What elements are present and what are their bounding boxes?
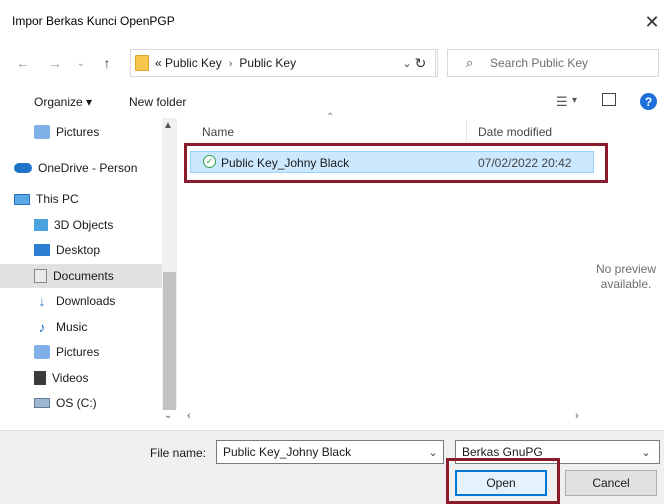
- forward-arrow-icon[interactable]: →: [46, 52, 64, 74]
- file-name-input[interactable]: Public Key_Johny Black: [216, 440, 444, 464]
- window-title: Impor Berkas Kunci OpenPGP: [12, 14, 175, 28]
- no-preview-text: No preview available.: [588, 262, 664, 292]
- new-folder-button[interactable]: New folder: [129, 95, 186, 109]
- sidebar-item-label: Music: [56, 320, 88, 334]
- sidebar-item-label: Pictures: [56, 345, 100, 359]
- sidebar-item-pictures-quick[interactable]: Pictures: [0, 120, 176, 144]
- file-name-label: File name:: [150, 446, 207, 460]
- music-icon: ♪: [38, 319, 46, 335]
- sidebar-item-3d-objects[interactable]: 3D Objects: [0, 213, 176, 237]
- column-header-name[interactable]: Name: [202, 125, 234, 139]
- sidebar-item-label: This PC: [36, 192, 79, 206]
- scroll-down-icon[interactable]: ⌄: [164, 410, 172, 421]
- documents-icon: [34, 269, 47, 283]
- column-divider[interactable]: [466, 120, 467, 142]
- help-icon[interactable]: ?: [640, 93, 657, 110]
- sidebar-item-label: OneDrive - Person: [38, 161, 138, 175]
- recent-locations-chevron-icon[interactable]: ⌄: [74, 52, 88, 74]
- file-name-dropdown-chevron-icon[interactable]: ⌄: [424, 441, 442, 463]
- drive-icon: [34, 398, 50, 408]
- sort-ascending-icon: ⌃: [326, 112, 335, 123]
- cancel-button[interactable]: Cancel: [565, 470, 657, 496]
- breadcrumb-item-public-key[interactable]: Public Key: [165, 56, 222, 70]
- breadcrumb-separator-icon: ›: [228, 58, 233, 70]
- file-type-chevron-icon[interactable]: ⌄: [636, 441, 656, 463]
- folder-icon: [135, 55, 149, 71]
- refresh-button[interactable]: ↻: [404, 49, 438, 77]
- sidebar-item-music[interactable]: ♪ Music: [0, 315, 176, 339]
- breadcrumb-overflow[interactable]: «: [155, 56, 162, 70]
- desktop-icon: [34, 244, 50, 256]
- breadcrumb: « Public Key › Public Key: [155, 56, 296, 70]
- navigation-pane: Pictures OneDrive - Person This PC 3D Ob…: [0, 118, 186, 410]
- back-arrow-icon[interactable]: ←: [14, 52, 32, 74]
- highlight-box: [446, 458, 560, 504]
- refresh-icon: ↻: [414, 54, 427, 71]
- sidebar-item-desktop[interactable]: Desktop: [0, 238, 176, 262]
- up-arrow-icon[interactable]: ↑: [98, 52, 116, 74]
- sidebar-item-label: Documents: [53, 269, 114, 283]
- onedrive-icon: [14, 163, 32, 173]
- sidebar-item-label: Pictures: [56, 125, 100, 139]
- preview-pane-icon[interactable]: [602, 93, 616, 106]
- downloads-icon: ↓: [38, 293, 46, 309]
- sidebar-item-os-c[interactable]: OS (C:): [0, 391, 176, 415]
- sidebar-item-label: Videos: [52, 371, 89, 385]
- preview-text-line: No preview: [595, 262, 657, 276]
- sidebar-item-label: 3D Objects: [54, 218, 114, 232]
- pictures-icon: [34, 345, 50, 359]
- search-icon: ⌕: [466, 55, 474, 70]
- sidebar-item-onedrive[interactable]: OneDrive - Person: [0, 156, 176, 180]
- scroll-left-icon[interactable]: ‹: [187, 410, 191, 422]
- breadcrumb-item-public-key-current[interactable]: Public Key: [239, 56, 296, 70]
- highlight-box: [184, 143, 608, 183]
- view-options-icon[interactable]: ☰: [556, 94, 568, 110]
- computer-icon: [14, 193, 30, 205]
- pictures-icon: [34, 125, 50, 139]
- sidebar-item-videos[interactable]: Videos: [0, 366, 176, 390]
- preview-text-line: available.: [600, 277, 652, 291]
- sidebar-item-downloads[interactable]: ↓ Downloads: [0, 289, 176, 313]
- sidebar-item-label: Downloads: [56, 294, 116, 308]
- horizontal-scrollbar[interactable]: [186, 410, 596, 426]
- search-placeholder: Search Public Key: [490, 56, 589, 70]
- close-icon[interactable]: ✕: [640, 8, 664, 36]
- sidebar-item-this-pc[interactable]: This PC: [0, 187, 176, 211]
- 3d-objects-icon: [34, 219, 48, 231]
- organize-button[interactable]: Organize ▾: [34, 95, 92, 109]
- sidebar-item-label: Desktop: [56, 243, 101, 257]
- scroll-up-icon[interactable]: ▲: [163, 120, 173, 131]
- sidebar-item-documents[interactable]: Documents: [0, 264, 162, 288]
- scroll-right-icon[interactable]: ›: [575, 410, 579, 422]
- sidebar-item-pictures[interactable]: Pictures: [0, 340, 176, 364]
- sidebar-scrollbar-thumb[interactable]: [163, 272, 176, 410]
- column-header-date-modified[interactable]: Date modified: [478, 125, 552, 139]
- view-options-chevron-icon[interactable]: ▾: [572, 95, 577, 106]
- sidebar-item-label: OS (C:): [56, 396, 97, 410]
- videos-icon: [34, 371, 46, 385]
